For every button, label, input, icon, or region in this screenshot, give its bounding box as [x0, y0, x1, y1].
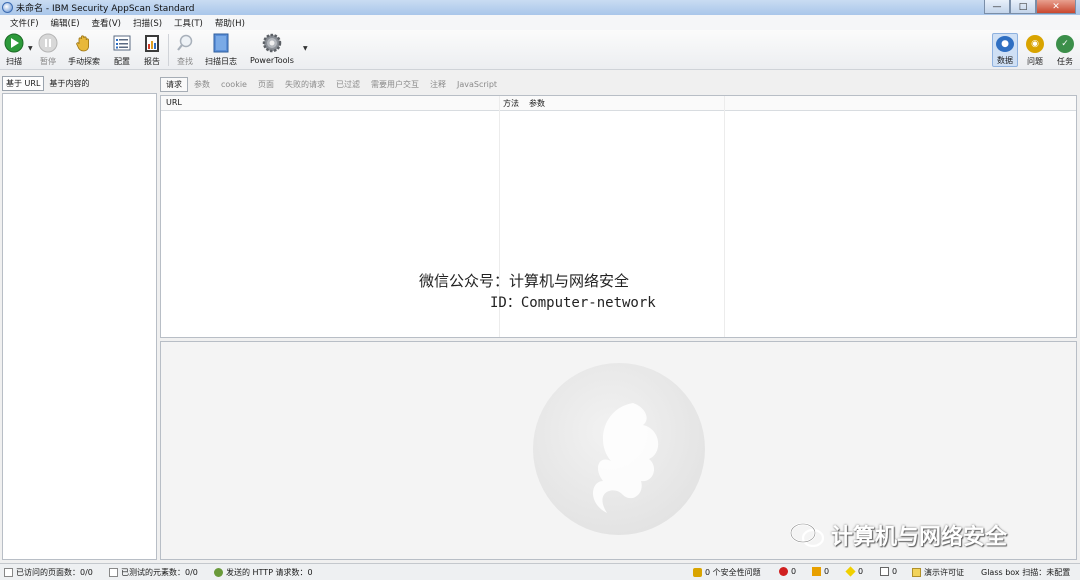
menu-bar: 文件(F) 编辑(E) 查看(V) 扫描(S) 工具(T) 帮助(H) [0, 15, 1080, 30]
find-label: 查找 [177, 57, 193, 66]
page-icon [4, 568, 13, 577]
tab-cookies[interactable]: cookie [216, 79, 252, 90]
scan-log-icon [211, 33, 231, 53]
license-icon [912, 568, 921, 577]
pause-label: 暂停 [40, 57, 56, 66]
detail-pane: 计算机与网络安全 [160, 341, 1077, 560]
status-bar: 已访问的页面数：0/0 已测试的元素数：0/0 发送的 HTTP 请求数：0 0… [0, 563, 1080, 580]
report-label: 报告 [144, 57, 160, 66]
tab-filtered[interactable]: 已过滤 [331, 78, 365, 91]
wechat-watermark-text: 计算机与网络安全 [831, 525, 1008, 550]
status-security-issues: 0 个安全性问题 [693, 567, 761, 578]
window-title: 未命名 - IBM Security AppScan Standard [16, 4, 195, 14]
lock-icon: ◉ [1026, 35, 1044, 53]
wechat-watermark: 计算机与网络安全 [789, 519, 1007, 551]
column-header-method[interactable]: 方法 [503, 98, 519, 109]
data-label: 数据 [997, 56, 1013, 65]
element-icon [109, 568, 118, 577]
powertools-dropdown-arrow-icon[interactable]: ▼ [303, 45, 308, 52]
detail-tabs: 请求 参数 cookie 页面 失败的请求 已过滤 需要用户交互 注释 Java… [160, 76, 503, 92]
hand-icon [74, 33, 94, 53]
status-http-requests: 发送的 HTTP 请求数：0 [214, 567, 313, 578]
appscan-watermark-logo [533, 363, 705, 535]
scan-log-label: 扫描日志 [205, 57, 237, 66]
tab-user-interaction[interactable]: 需要用户交互 [366, 78, 424, 91]
tab-parameters[interactable]: 参数 [189, 78, 215, 91]
powertools-label: PowerTools [250, 56, 294, 65]
manual-explore-label: 手动探索 [68, 57, 100, 66]
minimize-button[interactable]: — [984, 0, 1010, 14]
config-list-icon [112, 33, 132, 53]
appscan-window: 未命名 - IBM Security AppScan Standard — □ … [0, 0, 1080, 580]
issues-view-button[interactable]: ◉ 问题 [1022, 33, 1048, 67]
scan-button[interactable]: 扫描 [4, 33, 24, 67]
high-severity-icon [779, 567, 788, 576]
wechat-icon [789, 522, 825, 548]
report-icon [142, 33, 162, 53]
status-license: 演示许可证 [912, 567, 964, 578]
tab-javascript[interactable]: JavaScript [452, 79, 502, 90]
column-header-params[interactable]: 参数 [529, 98, 545, 109]
checkmark-icon: ✓ [1056, 35, 1074, 53]
menu-edit[interactable]: 编辑(E) [45, 17, 86, 29]
data-view-button[interactable]: ● 数据 [992, 33, 1018, 67]
column-divider [724, 96, 725, 337]
status-visited-pages: 已访问的页面数：0/0 [4, 567, 93, 578]
menu-tools[interactable]: 工具(T) [168, 17, 209, 29]
scan-label: 扫描 [6, 57, 22, 66]
left-tabs: 基于 URL 基于内容的 [2, 74, 157, 92]
gear-icon [262, 33, 282, 53]
menu-file[interactable]: 文件(F) [4, 17, 45, 29]
low-severity-icon [845, 566, 856, 577]
medium-severity-icon [812, 567, 821, 576]
status-medium-count: 0 [812, 567, 829, 576]
find-button[interactable]: 查找 [175, 33, 195, 67]
status-info-count: 0 [880, 567, 897, 576]
main-toolbar: 扫描 ▼ 暂停 手动探索 配置 报告 查找 扫描日志 PowerTools ▼ … [0, 30, 1080, 70]
network-icon [214, 568, 223, 577]
pause-icon [38, 33, 58, 53]
application-tree[interactable] [2, 93, 157, 560]
tab-pages[interactable]: 页面 [253, 78, 279, 91]
info-icon [880, 567, 889, 576]
tab-content-based[interactable]: 基于内容的 [46, 77, 92, 90]
magnifier-icon [175, 33, 195, 53]
tasks-label: 任务 [1057, 57, 1073, 66]
close-button[interactable]: ✕ [1036, 0, 1076, 14]
toolbar-separator [168, 34, 169, 66]
config-label: 配置 [114, 57, 130, 66]
overlay-id-line: ID：Computer-network [490, 295, 656, 311]
grid-header: URL 方法 参数 [161, 96, 1076, 111]
manual-explore-button[interactable]: 手动探索 [68, 33, 100, 67]
status-high-count: 0 [779, 567, 796, 576]
status-low-count: 0 [845, 566, 863, 577]
status-tested-elements: 已测试的元素数：0/0 [109, 567, 198, 578]
data-icon: ● [996, 36, 1014, 52]
pause-button[interactable]: 暂停 [38, 33, 58, 67]
menu-help[interactable]: 帮助(H) [209, 17, 251, 29]
tab-url-based[interactable]: 基于 URL [2, 75, 45, 91]
issues-label: 问题 [1027, 57, 1043, 66]
play-icon [4, 33, 24, 53]
overlay-account-line: 微信公众号：计算机与网络安全 [419, 272, 630, 290]
scan-log-button[interactable]: 扫描日志 [205, 33, 237, 67]
title-bar: 未命名 - IBM Security AppScan Standard — □ … [0, 0, 1080, 15]
tab-requests[interactable]: 请求 [160, 76, 188, 92]
tasks-view-button[interactable]: ✓ 任务 [1052, 33, 1078, 67]
menu-view[interactable]: 查看(V) [86, 17, 127, 29]
left-panel: 基于 URL 基于内容的 [2, 74, 157, 560]
menu-scan[interactable]: 扫描(S) [127, 17, 168, 29]
tab-comments[interactable]: 注释 [425, 78, 451, 91]
lock-icon [693, 568, 702, 577]
powertools-button[interactable]: PowerTools [250, 33, 294, 65]
column-header-url[interactable]: URL [166, 98, 182, 107]
report-button[interactable]: 报告 [142, 33, 162, 67]
tab-failed-requests[interactable]: 失败的请求 [280, 78, 330, 91]
status-glassbox: Glass box 扫描：未配置 [981, 568, 1071, 577]
appscan-app-icon [2, 2, 13, 13]
maximize-button[interactable]: □ [1010, 0, 1036, 14]
scan-dropdown-arrow-icon[interactable]: ▼ [28, 45, 33, 52]
config-button[interactable]: 配置 [112, 33, 132, 67]
